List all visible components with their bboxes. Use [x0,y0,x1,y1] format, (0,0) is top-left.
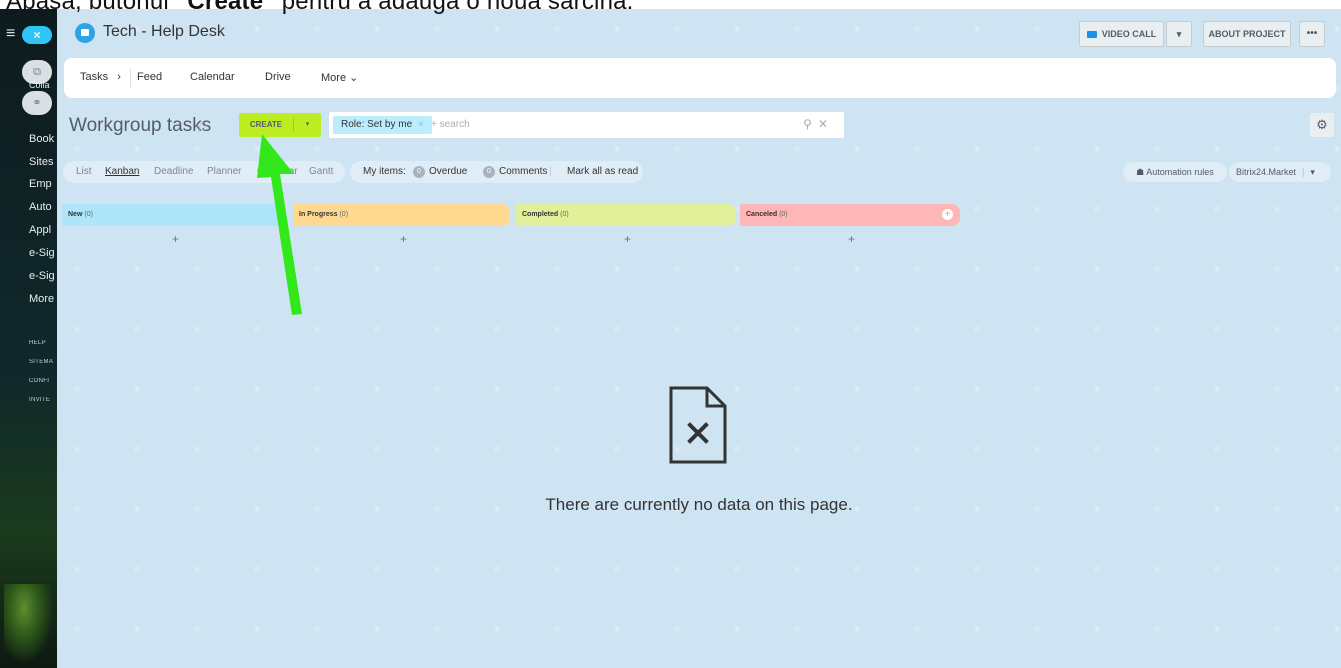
no-data-document-icon [667,385,729,470]
more-options-button[interactable]: ••• [1299,21,1325,47]
star-icon[interactable]: ☆ [195,118,208,136]
nav-item-tasks[interactable]: Tasks › [80,71,121,83]
caption-highlight: "Create" [175,0,275,15]
link-icon[interactable]: ⚭ [22,91,52,115]
column-new-count: (0) [84,211,93,218]
menu-icon[interactable]: ≡ [6,26,15,42]
column-new-title: New [68,211,83,218]
chevron-down-icon: ⌄ [349,72,359,84]
my-items-bar: My items: 0 Overdue 0 Comments | Mark all … [350,161,643,183]
sidebar-invite[interactable]: INVITE [29,397,57,403]
comments-count: 0 [483,166,495,178]
add-task-new-icon[interactable]: + [172,232,179,246]
nav-divider [130,68,131,88]
market-button[interactable]: Bitrix24.Market | ▾ [1229,162,1331,182]
add-task-completed-icon[interactable]: + [624,232,631,246]
sidebar-item-sites[interactable]: Sites [29,156,57,168]
camera-icon [1086,31,1097,38]
view-kanban[interactable]: Kanban [105,166,139,177]
column-canceled-title: Canceled [746,211,778,218]
video-call-dropdown-button[interactable]: ▾ [1166,21,1192,47]
chevron-down-icon: ▾ [1176,29,1182,39]
column-canceled-count: (0) [779,211,788,218]
divider: | [1302,167,1305,177]
column-in-progress-count: (0) [339,211,349,218]
robot-icon: ☗ [1136,167,1145,177]
wallpaper-leaf-decoration [4,584,54,664]
nav-item-calendar[interactable]: Calendar [190,71,235,83]
gear-icon: ⚙ [1316,117,1328,132]
close-icon[interactable]: × [22,26,52,44]
settings-gear-button[interactable]: ⚙ [1310,113,1334,137]
sidebar-item-more[interactable]: More [29,293,57,305]
market-label: Bitrix24.Market [1236,167,1297,177]
column-completed-title: Completed [522,211,559,218]
caption-suffix: pentru a adăuga o nouă sarcină. [274,0,634,15]
overdue-filter[interactable]: 0 Overdue [413,166,467,178]
sidebar-configure[interactable]: CONFI [29,378,57,384]
mark-all-read-link[interactable]: Mark all as read [567,166,638,177]
nav-item-feed[interactable]: Feed [137,71,162,83]
filter-search-box[interactable]: Role: Set by me × + search ⚲✕ [329,112,844,138]
nav-item-more[interactable]: More ⌄ [321,71,358,84]
column-in-progress[interactable]: In Progress (0) [293,204,510,226]
filter-chip-label: Role: Set by me [341,119,413,130]
add-task-in-progress-icon[interactable]: + [400,232,407,246]
sidebar-item-automation[interactable]: Auto [29,201,57,213]
nav-item-drive[interactable]: Drive [265,71,291,83]
search-input[interactable]: + search [431,119,470,130]
divider: | [549,166,552,177]
column-canceled[interactable]: Canceled (0) [740,204,960,226]
sidebar-item-esign-2[interactable]: e-Sig [29,270,57,282]
sidebar-help[interactable]: HELP [29,340,57,346]
sidebar-item-esign-1[interactable]: e-Sig [29,247,57,259]
comments-filter[interactable]: 0 Comments [483,166,547,178]
sidebar-item-collab[interactable]: Colla [29,80,57,90]
column-new[interactable]: New (0) [62,204,279,226]
my-items-label: My items: [363,166,406,177]
annotation-arrow-icon [252,124,322,324]
column-completed-count: (0) [560,211,569,218]
nav-more-label: More [321,72,347,84]
overdue-label: Overdue [429,166,468,177]
remove-filter-icon[interactable]: × [418,119,424,130]
sidebar-item-booking[interactable]: Book [29,133,57,145]
video-call-button[interactable]: VIDEO CALL [1079,21,1164,47]
video-call-label: VIDEO CALL [1101,29,1157,39]
automation-label: Automation rules [1146,167,1214,177]
top-nav: Tasks › Feed Calendar Drive More ⌄ [64,58,1336,98]
add-task-canceled-icon[interactable]: + [848,232,855,246]
folder-icon [75,23,95,43]
sidebar-sitemap[interactable]: SITEMA [29,359,57,365]
column-completed[interactable]: Completed (0) [516,204,736,226]
overdue-count: 0 [413,166,425,178]
sidebar-item-employees[interactable]: Emp [29,178,57,190]
comments-label: Comments [499,166,548,177]
left-sidebar: ≡ × ⧉ Colla ⚭ Book Sites Emp Auto Appl e… [0,9,57,668]
page-title: Workgroup tasks [69,115,212,136]
empty-state-text: There are currently no data on this page… [545,495,853,514]
chevron-down-icon: ▾ [1310,167,1315,177]
view-planner[interactable]: Planner [207,166,241,177]
nav-tasks-label: Tasks [80,71,109,83]
project-title: Tech - Help Desk [103,23,225,40]
filter-chip[interactable]: Role: Set by me × [333,116,432,134]
instruction-caption: Apasă, butonul "Create" pentru a adăuga … [0,0,1341,15]
about-project-button[interactable]: ABOUT PROJECT [1203,21,1291,47]
automation-rules-button[interactable]: ☗ Automation rules [1123,162,1227,182]
sidebar-item-applications[interactable]: Appl [29,224,57,236]
chevron-right-icon: › [117,71,121,83]
clear-icon[interactable]: ✕ [818,117,834,131]
view-deadline[interactable]: Deadline [154,166,193,177]
search-icon[interactable]: ⚲ [803,117,818,131]
add-column-icon[interactable]: + [942,209,953,220]
view-list[interactable]: List [76,166,92,177]
main-area: Tech - Help Desk VIDEO CALL ▾ ABOUT PROJ… [57,9,1341,668]
